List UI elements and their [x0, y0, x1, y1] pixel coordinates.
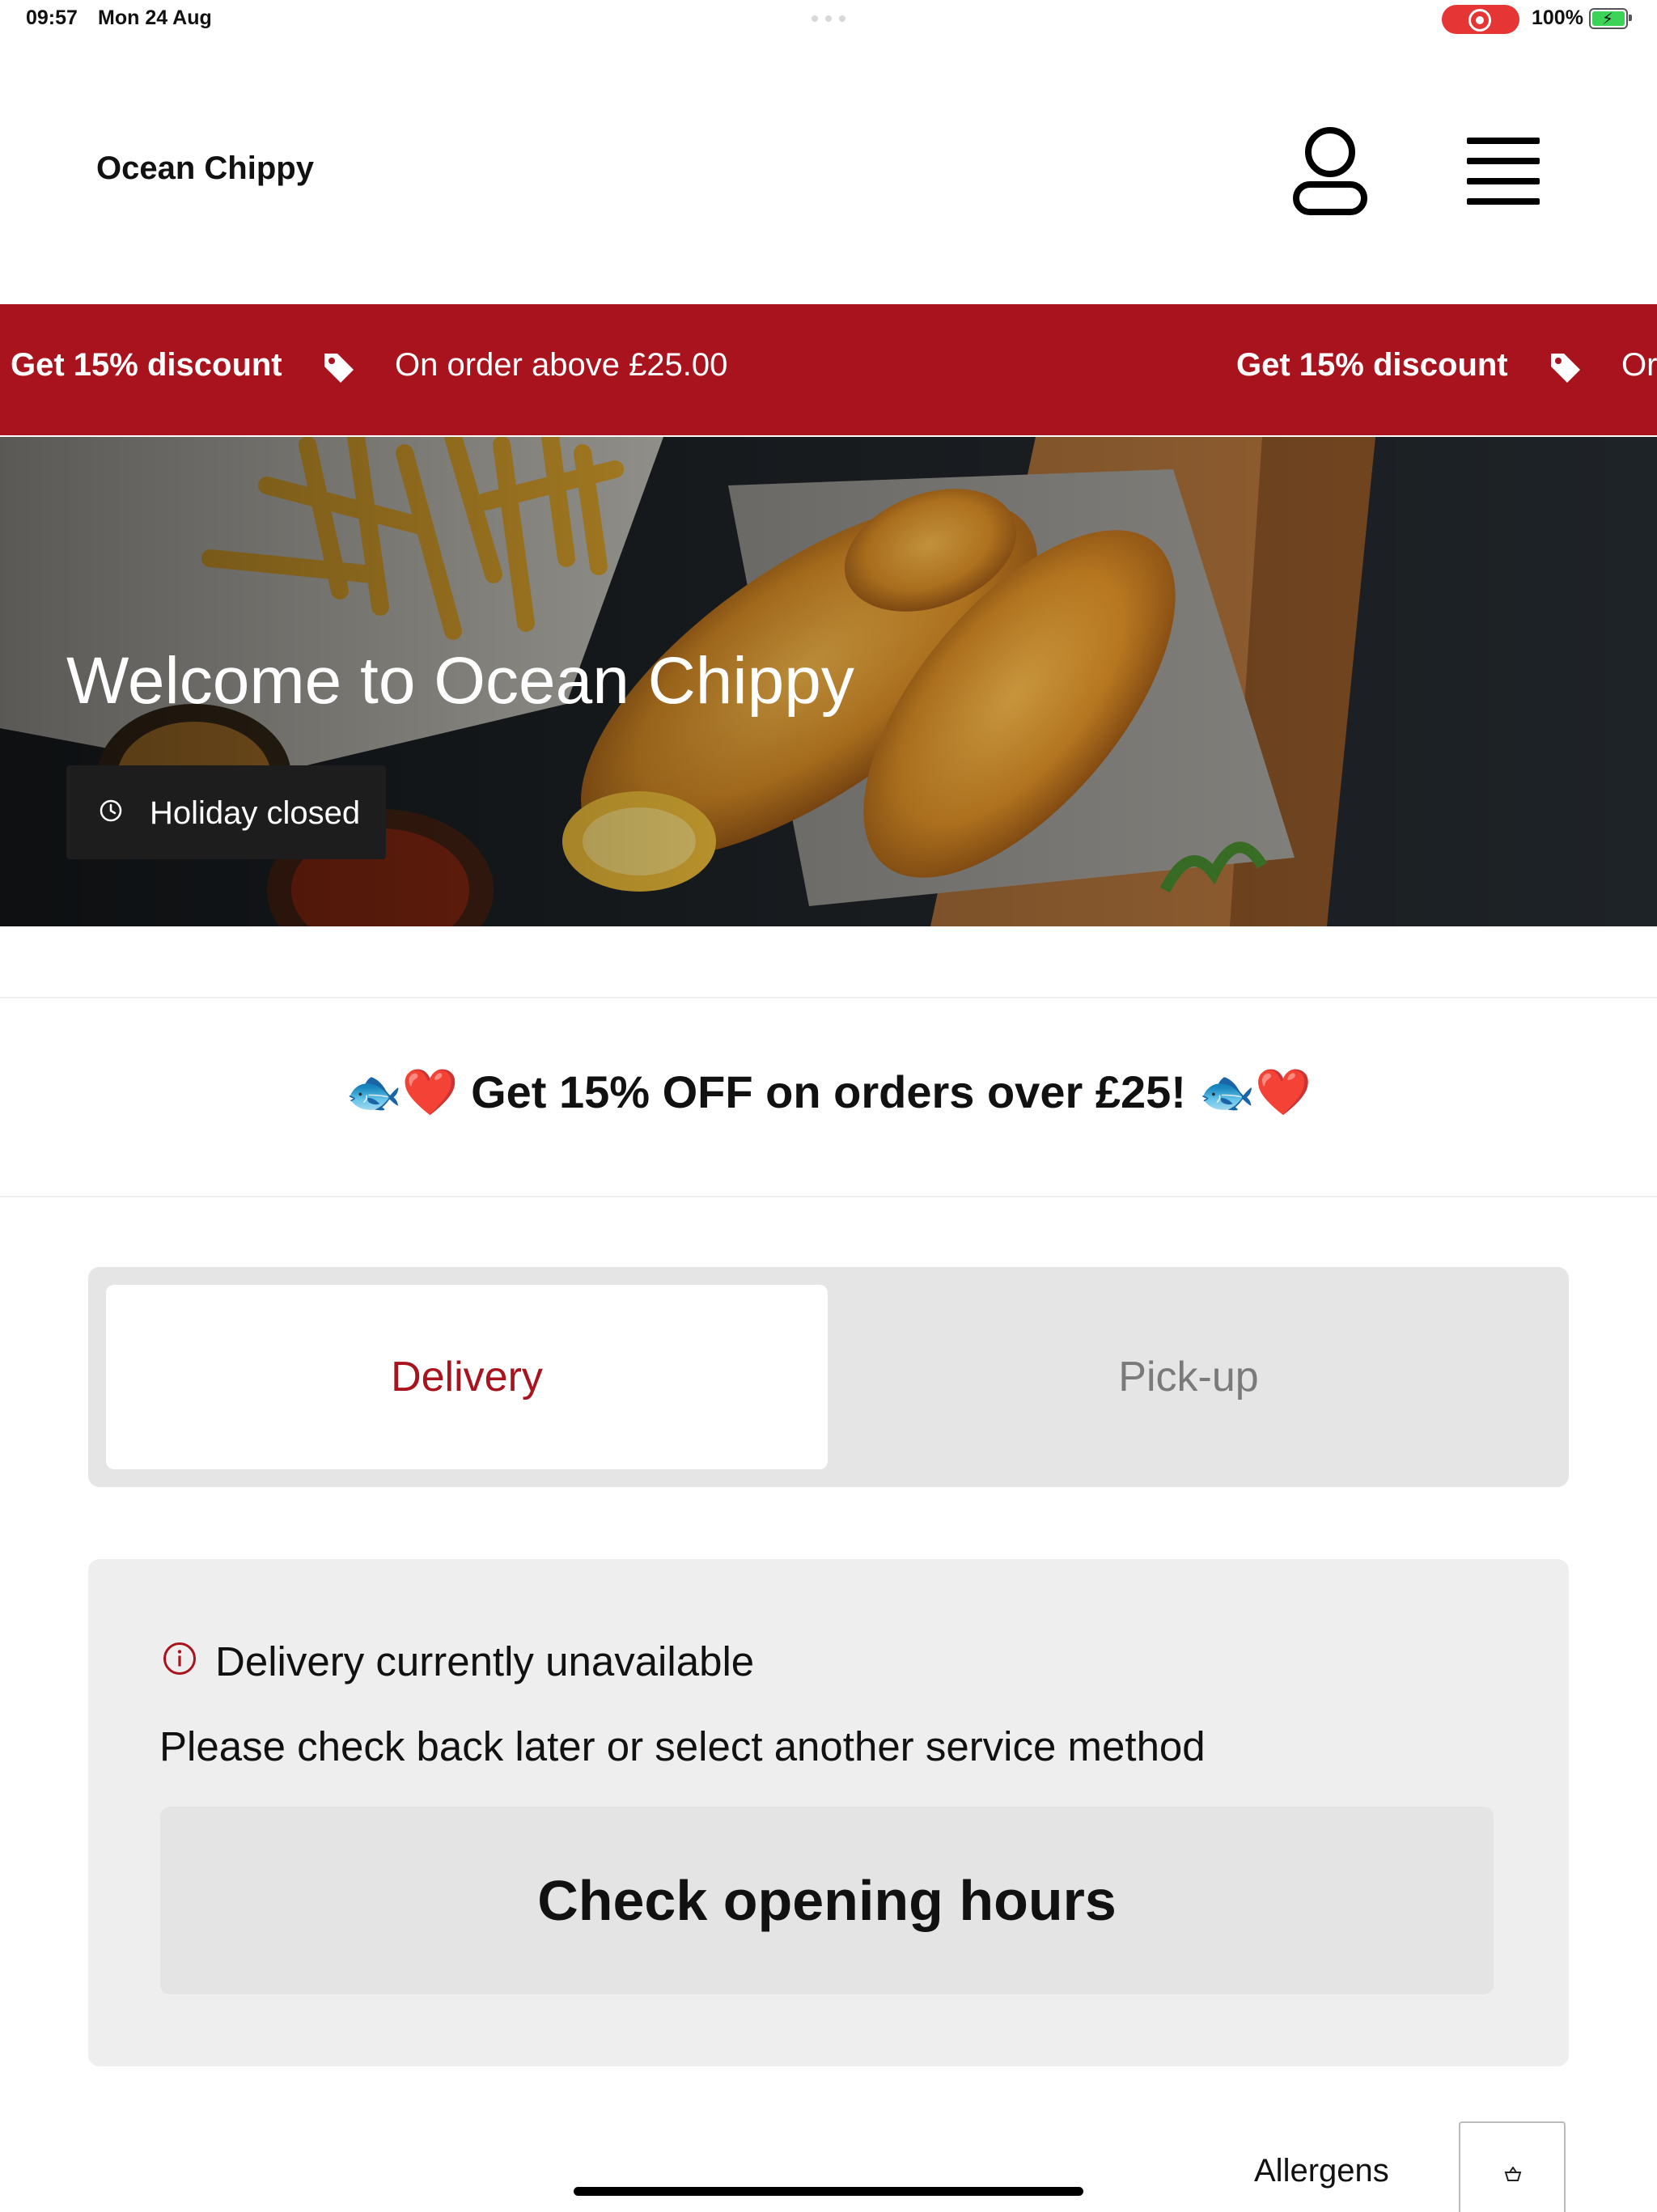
- opening-status-text: Holiday closed: [150, 795, 361, 831]
- clock-icon: [100, 799, 122, 822]
- status-time: 09:57: [26, 6, 78, 29]
- offer-text: 🐟❤️ Get 15% OFF on orders over £25! 🐟❤️: [345, 1066, 1312, 1117]
- price-tag-icon: [324, 354, 354, 383]
- notice-title: Delivery currently unavailable: [215, 1638, 755, 1684]
- opening-status-badge: Holiday closed: [66, 765, 386, 859]
- screen-recording-icon[interactable]: [1442, 5, 1519, 34]
- basket-icon: [1504, 2167, 1522, 2181]
- info-icon: [163, 1642, 196, 1675]
- battery-percentage: 100%: [1532, 6, 1583, 29]
- tab-pick-up[interactable]: Pick-up: [828, 1285, 1549, 1469]
- service-method-switch: Delivery Pick-up: [88, 1267, 1569, 1487]
- promo-detail: On order above £25.00: [395, 347, 728, 383]
- home-indicator[interactable]: [574, 2187, 1083, 2196]
- multitasking-dots-icon[interactable]: [812, 15, 845, 22]
- hamburger-menu-icon[interactable]: [1463, 136, 1544, 207]
- promo-detail: Or: [1621, 347, 1657, 383]
- promo-headline: Get 15% discount: [11, 347, 282, 383]
- hero-title: Welcome to Ocean Chippy: [66, 644, 854, 718]
- promo-headline: Get 15% discount: [1236, 347, 1508, 383]
- check-opening-hours-button[interactable]: Check opening hours: [160, 1807, 1494, 1994]
- battery-charging-icon: ⚡: [1589, 8, 1632, 29]
- price-tag-icon: [1551, 354, 1580, 383]
- basket-button[interactable]: [1459, 2121, 1566, 2212]
- notice-body: Please check back later or select anothe…: [159, 1723, 1206, 1769]
- tab-delivery[interactable]: Delivery: [106, 1285, 828, 1469]
- brand-name[interactable]: Ocean Chippy: [96, 150, 314, 187]
- allergens-link[interactable]: Allergens: [1254, 2153, 1389, 2189]
- promo-banner: Get 15% discount On order above £25.00 G…: [0, 304, 1657, 435]
- status-date: Mon 24 Aug: [98, 6, 212, 29]
- user-account-icon[interactable]: [1291, 126, 1369, 217]
